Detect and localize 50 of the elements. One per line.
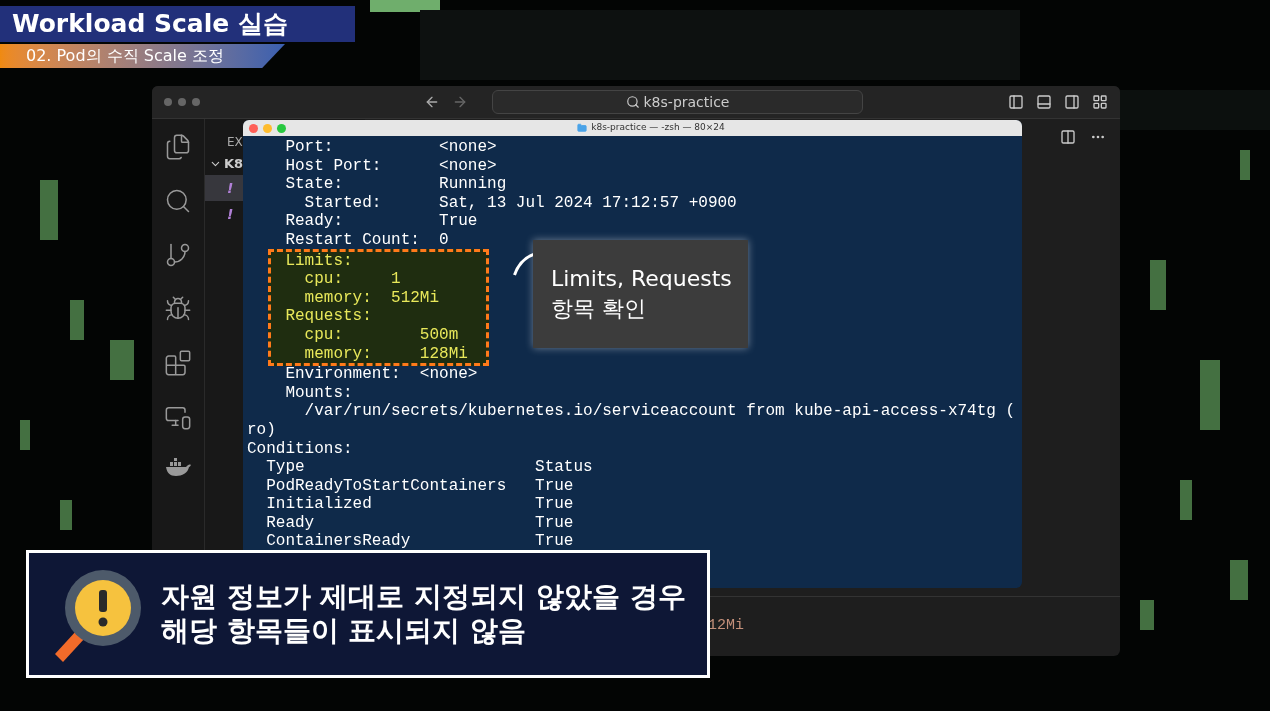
banner-subtitle: 02. Pod의 수직 Scale 조정: [26, 45, 224, 67]
terminal-line: memory: 512Mi: [303, 288, 441, 308]
search-field[interactable]: k8s-practice: [492, 90, 863, 114]
explorer-header: EX: [227, 135, 243, 149]
folder-row[interactable]: K8: [205, 153, 243, 175]
layout-icon[interactable]: [1092, 94, 1108, 110]
terminal-line: Port: <none>: [284, 138, 498, 157]
terminal-line: cpu: 1: [303, 270, 402, 289]
terminal-line: ro): [247, 420, 277, 440]
terminal-line: Requests:: [284, 307, 373, 326]
back-button[interactable]: [424, 94, 440, 110]
panel-left-icon[interactable]: [1008, 94, 1024, 110]
terminal-line: Initialized True: [265, 495, 575, 514]
terminal-line: PodReadyToStartContainers True: [265, 476, 575, 496]
terminal-line: Environment: <none>: [284, 365, 479, 384]
whale-icon[interactable]: [164, 457, 192, 477]
terminal-line: Limits:: [284, 251, 354, 271]
caption-text: 해당 항목들이 표시되지 않음: [161, 614, 528, 648]
terminal-line: Host Port: <none>: [284, 156, 498, 176]
banner-title: Workload Scale 실습: [12, 8, 288, 41]
terminal-line: /var/run/secrets/kubernetes.io/serviceaccount from kube-api-access-x74tg (: [303, 402, 1017, 421]
terminal-line: Conditions:: [247, 439, 354, 459]
files-icon[interactable]: [164, 133, 192, 161]
terminal-line: Ready True: [265, 513, 575, 533]
terminal-line: Mounts:: [284, 383, 354, 403]
search-icon[interactable]: [164, 187, 192, 215]
panel-text: 12Mi: [708, 616, 744, 637]
caption-text: 자원 정보가 제대로 지정되지 않았을 경우: [161, 580, 686, 614]
blocks-icon[interactable]: [164, 349, 192, 377]
callout-text: 항목 확인: [551, 295, 647, 323]
file-row[interactable]: !: [205, 201, 243, 227]
terminal-line: Type Status: [265, 458, 594, 477]
panel-bottom-icon[interactable]: [1036, 94, 1052, 110]
terminal-line: memory: 128Mi: [303, 344, 469, 364]
folder-icon: [577, 123, 588, 133]
terminal-title: k8s-practice — -zsh — 80×24: [591, 121, 725, 135]
terminal-line: Ready: True: [284, 212, 479, 231]
split-editor-icon[interactable]: [1060, 129, 1076, 145]
terminal-line: cpu: 500m: [303, 325, 460, 345]
branch-icon[interactable]: [164, 241, 192, 269]
bug-icon[interactable]: [164, 295, 192, 323]
terminal-line: ContainersReady True: [265, 532, 575, 552]
terminal-line: Started: Sat, 13 Jul 2024 17:12:57 +0900: [303, 193, 738, 213]
forward-button[interactable]: [452, 94, 468, 110]
panel-right-icon[interactable]: [1064, 94, 1080, 110]
search-icon: [625, 95, 640, 109]
terminal-line: Restart Count: 0: [284, 230, 450, 250]
callout-text: Limits, Requests: [551, 265, 733, 293]
file-row[interactable]: !: [205, 175, 243, 201]
terminal-line: State: Running: [284, 175, 508, 194]
